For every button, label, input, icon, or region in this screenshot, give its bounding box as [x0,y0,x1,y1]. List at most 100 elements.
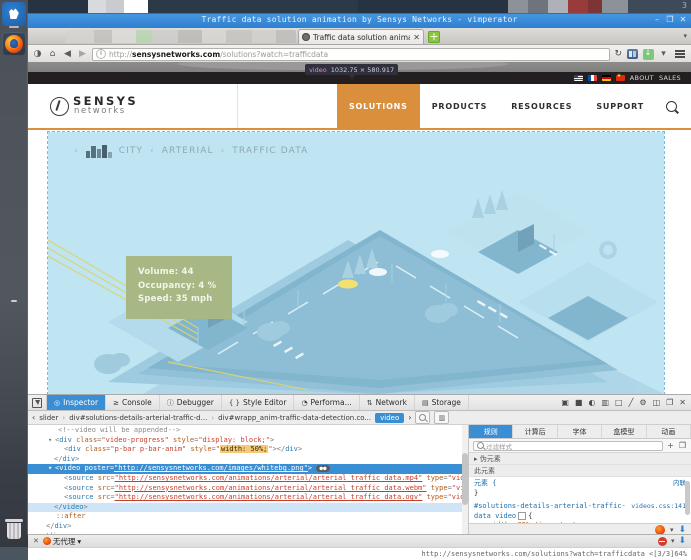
markup-line-comment[interactable]: <!--video will be appended--> [28,426,468,436]
breadcrumb-scroll-right-icon[interactable]: › [408,413,411,422]
breadcrumb-scroll-left-icon[interactable]: ‹ [32,413,35,422]
css-filter-input[interactable]: 过滤样式 [473,440,664,451]
pseudo-elements-row[interactable]: ▸ 伪元素 [469,453,691,465]
css-tab-animations[interactable]: 动画 [647,425,691,438]
noscript-icon[interactable] [657,536,667,546]
tab-debugger[interactable]: ⓘ Debugger [160,395,222,410]
markup-line-video-selected[interactable]: ▾ <video poster="http://sensysnetworks.co… [28,464,468,474]
add-rule-button[interactable]: + [666,441,675,450]
css-rule-checkbox[interactable] [518,511,527,520]
window-titlebar[interactable]: Traffic data solution animation by Sensy… [28,14,691,28]
tab-console[interactable]: ≥ Console [106,395,160,410]
site-logo[interactable]: SENSYS networks [28,84,238,128]
close-devtools-icon[interactable]: ✕ [679,398,686,407]
unity-launcher[interactable] [0,0,28,547]
noscript-caret-icon[interactable]: ▾ [671,537,675,545]
flag-fr-icon[interactable] [587,75,597,81]
markup-search-icon[interactable] [415,411,431,424]
markup-line-close-div-2[interactable]: </div> [28,522,468,532]
flag-de-icon[interactable] [601,75,611,81]
downloads-caret-icon[interactable]: ▾ [658,49,669,59]
css-filter-row[interactable]: 过滤样式 + ❐ [469,439,691,453]
breadcrumb-item-arterial[interactable]: ARTERIAL [162,146,214,156]
proxy-caret-icon[interactable]: ▾ [77,537,81,546]
breadcrumb-item-city[interactable]: CITY [119,146,143,156]
nav-item-resources[interactable]: RESOURCES [499,84,584,128]
inactive-tabs[interactable] [66,30,296,43]
tab-close-icon[interactable]: ✕ [413,33,420,42]
topbar-link-about[interactable]: ABOUT [630,74,654,82]
site-nav[interactable]: SOLUTIONS PRODUCTS RESOURCES SUPPORT [238,84,691,128]
markup-layout-icon[interactable]: ▥ [434,411,450,424]
nav-item-products[interactable]: PRODUCTS [420,84,499,128]
dock-side-icon[interactable]: ◫ [653,398,661,407]
proxy-selector[interactable]: 无代理 ▾ [42,536,81,547]
copy-rules-icon[interactable]: ❐ [678,441,687,450]
screenshot-icon[interactable]: ◐ [588,398,595,407]
statusbar-close-icon[interactable]: ✕ [33,537,39,545]
css-sidebar-tabs[interactable]: 规则 计算后 字体 盒模型 动画 [469,425,691,439]
css-scrollbar-thumb[interactable] [685,481,690,515]
devtools-crumb-slider[interactable]: slider [39,414,58,422]
sidebar-toggle-button[interactable] [626,48,638,60]
trash-icon[interactable] [5,519,23,539]
split-console-icon[interactable]: ▣ [561,398,569,407]
markup-view[interactable]: <!--video will be appended--> ▾ <div clas… [28,425,469,536]
markup-scrollbar-thumb[interactable] [462,453,468,505]
devtools-crumb-solutions-details[interactable]: div#solutions-details-arterial-traffic-d… [69,414,207,422]
reload-icon[interactable]: ↻ [614,49,622,59]
downloads-button[interactable] [642,48,654,60]
tab-inspector[interactable]: ◎ Inspector [47,395,107,410]
css-tab-computed[interactable]: 计算后 [513,425,558,438]
window-controls[interactable]: – ❐ ✕ [653,16,687,24]
css-declaration-width[interactable]: width: 85% !important; [474,521,686,523]
markup-line-p-bar[interactable]: <div class="p-bar p-bar-anim" style="wid… [28,445,468,455]
url-bar[interactable]: i http://sensysnetworks.com/solutions?wa… [92,47,611,61]
devtools-breadcrumb-bar[interactable]: ‹ slider › div#solutions-details-arteria… [28,411,691,425]
site-search-button[interactable] [656,84,691,128]
element-picker-button[interactable] [28,395,47,410]
close-button[interactable]: ✕ [679,16,687,24]
markup-line-video-progress[interactable]: ▾ <div class="video-progress" style="disp… [28,436,468,446]
responsive-mode-icon[interactable]: ■ [575,398,583,407]
active-tab[interactable]: Traffic data solution animatio... ✕ [298,29,424,44]
devtools-toolbar[interactable]: ◎ Inspector ≥ Console ⓘ Debugger { } Style E… [28,395,691,411]
css-rule-element-inline[interactable]: 内联 元素 { } [469,477,691,500]
layout-icon[interactable]: □ [615,398,623,407]
detach-window-icon[interactable]: ❐ [666,398,673,407]
breadcrumb-item-traffic-data[interactable]: TRAFFIC DATA [232,146,308,156]
home-icon[interactable]: ⌂ [47,49,58,59]
flag-us-icon[interactable] [573,75,583,81]
menu-icon[interactable] [673,50,687,58]
twisty-icon[interactable]: ▾ [48,436,55,446]
settings-gear-icon[interactable]: ⚙ [639,398,646,407]
identity-icon[interactable]: i [96,49,106,59]
reader-mode-icon[interactable]: ◑ [32,49,43,59]
devtools-crumb-wrapp-anim[interactable]: div#wrapp_anim-traffic-data-detection.co… [218,414,371,422]
tab-network[interactable]: ⇅ Network [360,395,415,410]
forward-icon[interactable]: ▶ [77,49,88,59]
paint-flash-icon[interactable]: ▥ [601,398,609,407]
css-tab-rules[interactable]: 规则 [469,425,514,438]
back-icon[interactable]: ◀ [62,49,73,59]
markup-line-pseudo-after[interactable]: ::after [28,512,468,522]
topbar-link-sales[interactable]: SALES [659,74,681,82]
markup-line-close-div-1[interactable]: </div> [28,455,468,465]
background-window-strip[interactable]: 3 [28,0,691,14]
css-rule-source-videos-css[interactable]: videos.css:141 [631,502,686,512]
css-tab-box-model[interactable]: 盒模型 [602,425,647,438]
markup-line-close-video[interactable]: </video> [28,502,468,513]
statusbar-right-icons[interactable]: ▾ ⬇ [657,536,686,546]
eyedropper-icon[interactable]: ╱ [629,398,634,407]
devtools-tool-buttons[interactable]: ▣ ■ ◐ ▥ □ ╱ ⚙ ◫ ❐ ✕ [561,398,691,407]
twisty-icon-video[interactable]: ▾ [48,464,55,474]
scroll-into-view-badge[interactable]: ●● [316,465,330,473]
tab-storage[interactable]: ▤ Storage [415,395,469,410]
tab-style-editor[interactable]: { } Style Editor [222,395,295,410]
tab-performance[interactable]: ◔ Performa... [294,395,360,410]
statusbar-download-icon[interactable]: ⬇ [678,536,686,546]
markup-line-source-webm[interactable]: <source src="http://sensysnetworks.com/a… [28,484,468,494]
markup-scrollbar[interactable] [462,425,468,536]
maximize-button[interactable]: ❐ [666,16,674,24]
new-tab-button[interactable]: + [428,31,440,43]
